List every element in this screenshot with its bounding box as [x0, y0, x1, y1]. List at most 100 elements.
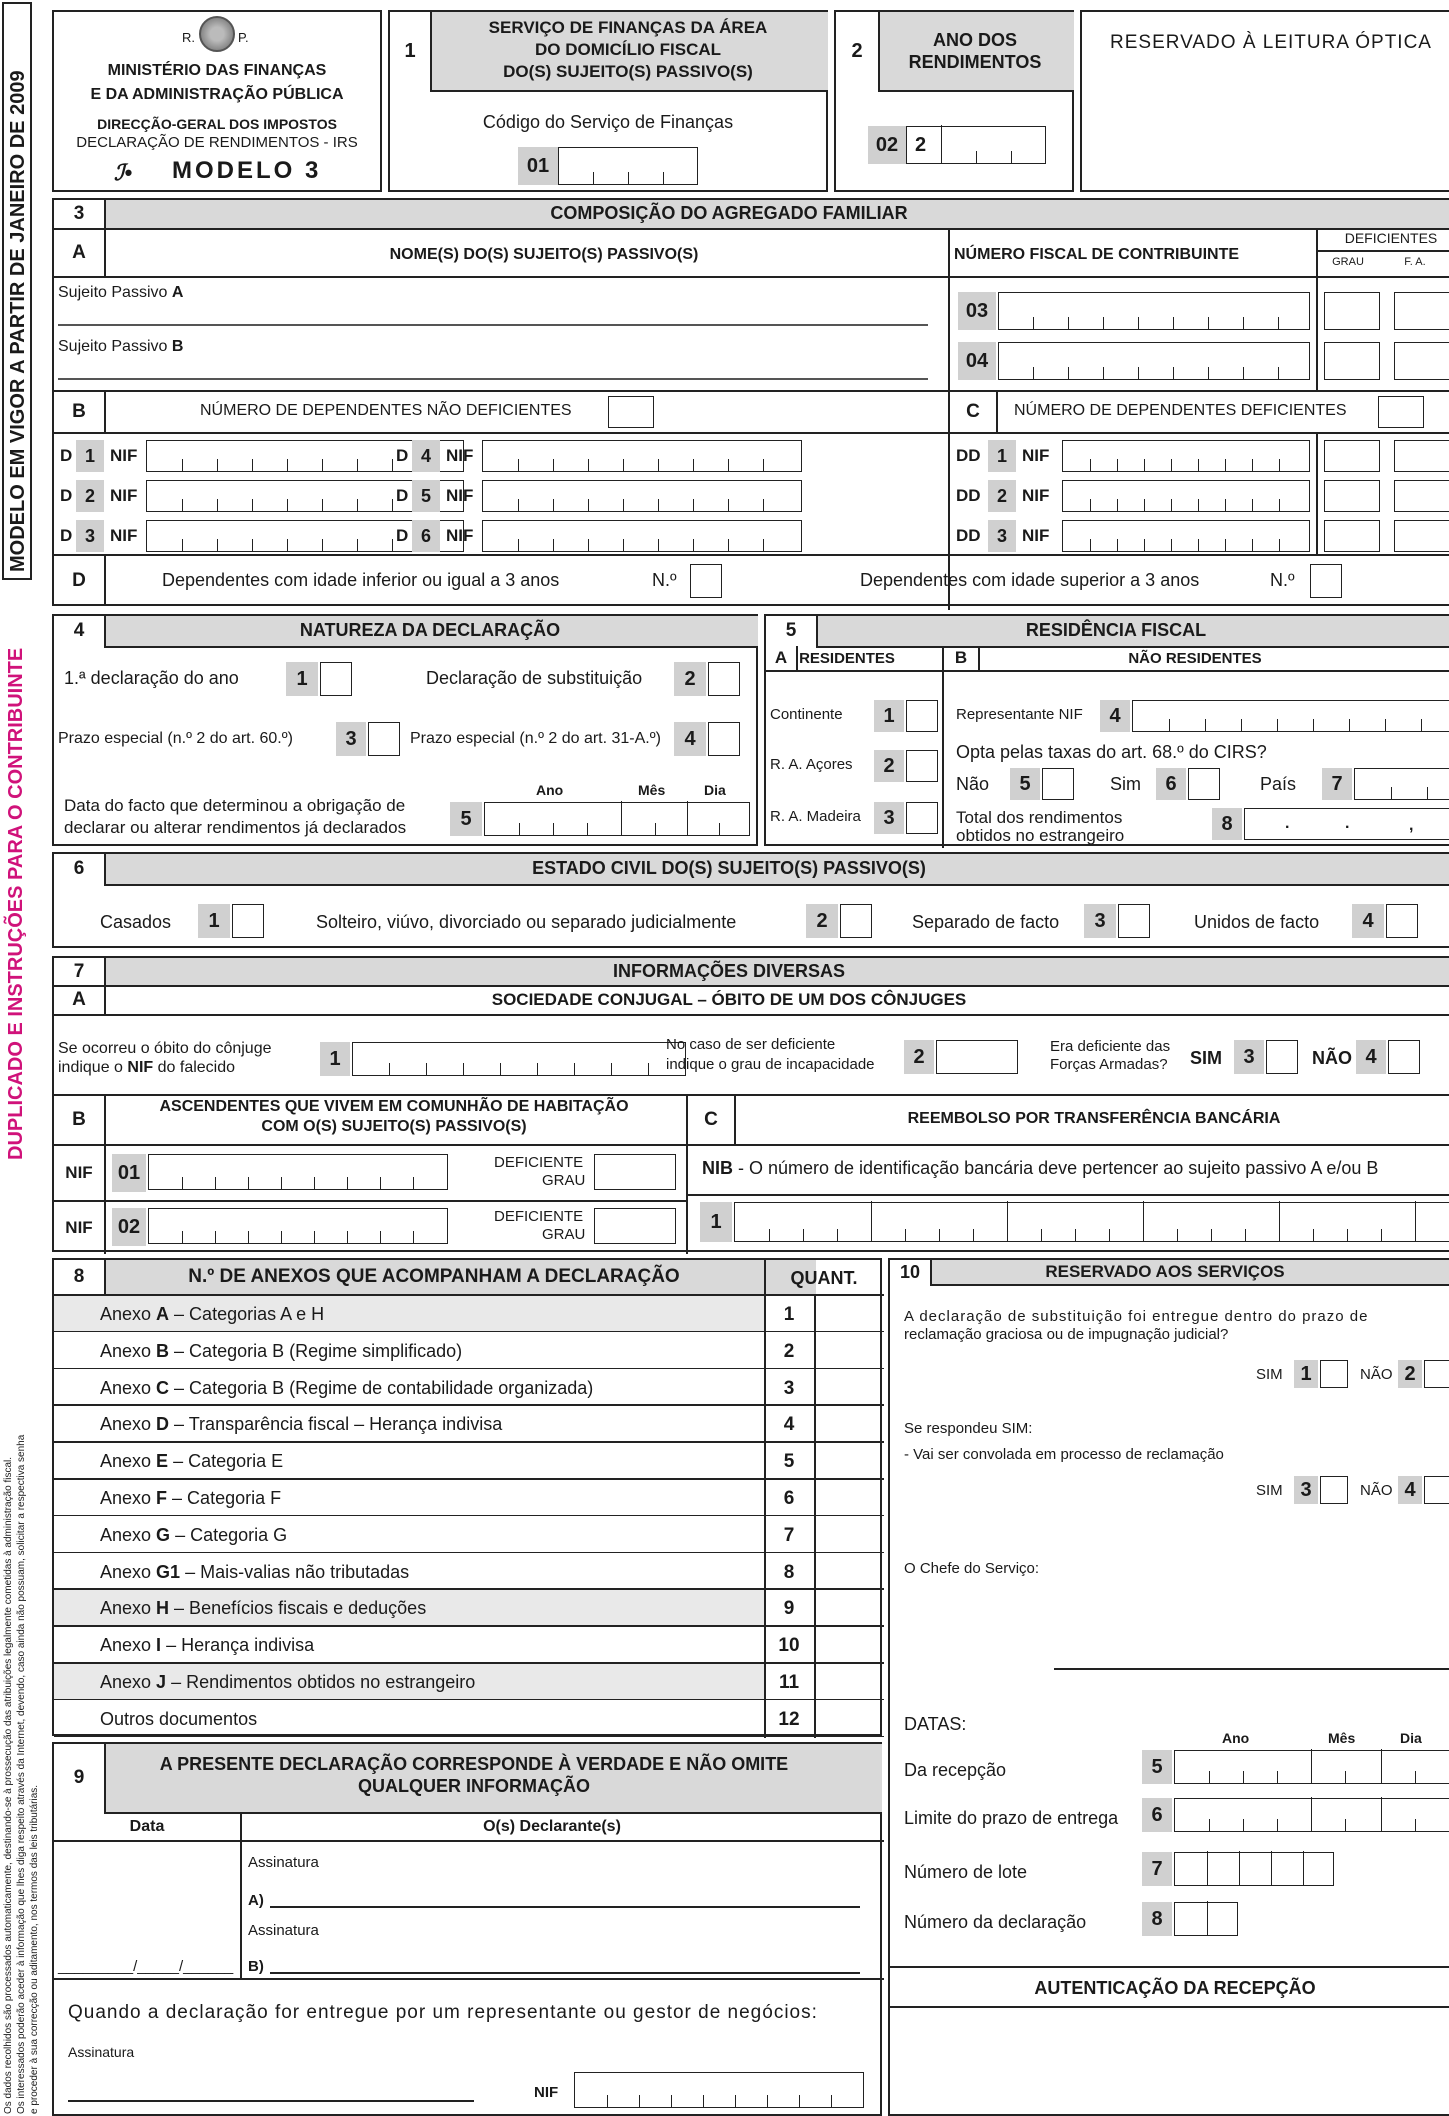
- declarants-column-header: O(s) Declarante(s): [483, 1818, 621, 1835]
- disabled-dependents-count[interactable]: [1378, 396, 1424, 428]
- representative-nif-input-2[interactable]: [574, 2072, 864, 2108]
- representative-nif-input[interactable]: [1132, 700, 1449, 732]
- armed-forces-yes-checkbox[interactable]: [1266, 1040, 1298, 1074]
- taxpayer-a-armed-forces[interactable]: [1394, 292, 1449, 330]
- disabled-header: DEFICIENTES: [1344, 230, 1438, 246]
- declaration-date-input[interactable]: _________/_____/______: [58, 1958, 233, 1975]
- disabled-dependent-3-armed-forces[interactable]: [1394, 520, 1449, 552]
- disabled-dependent-3-degree[interactable]: [1324, 520, 1380, 552]
- annex-row-number: 5: [783, 1451, 795, 1473]
- services-8-number: 8: [1142, 1902, 1172, 1936]
- dependent-4-nif-input[interactable]: [482, 440, 802, 472]
- ascendant-1-degree-input[interactable]: [594, 1154, 676, 1190]
- convert-no-checkbox[interactable]: [1424, 1476, 1449, 1504]
- azores-checkbox[interactable]: [906, 750, 938, 782]
- signature-a-line[interactable]: [270, 1906, 860, 1908]
- disabled-dependent-2-degree[interactable]: [1324, 480, 1380, 512]
- spouse-disability-degree-input[interactable]: [936, 1040, 1018, 1074]
- batch-number-input[interactable]: [1174, 1851, 1334, 1886]
- fact-date-input[interactable]: [484, 801, 750, 836]
- convert-yes-checkbox[interactable]: [1320, 1476, 1348, 1504]
- country-input[interactable]: [1354, 768, 1449, 800]
- section-2-block: 2 ANO DOS RENDIMENTOS 02 2: [834, 10, 1074, 192]
- deadline-yes-checkbox[interactable]: [1320, 1360, 1348, 1388]
- annex-quantity-input[interactable]: [816, 1296, 882, 1331]
- declaration-number-input[interactable]: [1174, 1901, 1238, 1936]
- dependents-gt3-count[interactable]: [1310, 564, 1342, 598]
- annex-quantity-input[interactable]: [816, 1517, 882, 1552]
- taxpayer-a-nif-input[interactable]: [998, 292, 1310, 330]
- separated-checkbox[interactable]: [1118, 904, 1150, 938]
- dependent-6-nif-input[interactable]: [482, 520, 802, 552]
- quantity-header: QUANT.: [790, 1268, 858, 1288]
- ascendant-1-nif-input[interactable]: [148, 1154, 448, 1190]
- art68-no-checkbox[interactable]: [1042, 768, 1074, 800]
- separated-label: Separado de facto: [912, 912, 1060, 932]
- non-disabled-dependents-count[interactable]: [608, 396, 654, 428]
- disabled-dependent-2-nif-input[interactable]: [1062, 480, 1310, 512]
- single-checkbox[interactable]: [840, 904, 872, 938]
- dependent-5-nif-input[interactable]: [482, 480, 802, 512]
- annex-quantity-input[interactable]: [816, 1333, 882, 1368]
- signature-b-line[interactable]: [270, 1972, 860, 1974]
- civil-union-checkbox[interactable]: [1386, 904, 1418, 938]
- armed-forces-no-checkbox[interactable]: [1388, 1040, 1420, 1074]
- disabled-dependent-1-nif-input[interactable]: [1062, 440, 1310, 472]
- dependents-le3-count[interactable]: [690, 564, 722, 598]
- disabled-dependent-1-armed-forces[interactable]: [1394, 440, 1449, 472]
- substitution-deadline-question-2: reclamação graciosa ou de impugnação jud…: [904, 1326, 1229, 1343]
- nib-input[interactable]: [734, 1201, 1449, 1242]
- taxpayer-a-disability-degree[interactable]: [1324, 292, 1380, 330]
- ascendant-2-nif-input[interactable]: [148, 1208, 448, 1244]
- ascendant-1-nif-label: NIF: [54, 1146, 106, 1200]
- special-deadline-60-checkbox[interactable]: [368, 722, 400, 756]
- annex-row-label: Anexo C – Categoria B (Regime de contabi…: [100, 1377, 594, 1398]
- annex-quantity-input[interactable]: [816, 1701, 882, 1736]
- income-year-input[interactable]: 2: [906, 125, 1046, 164]
- section-9-number: 9: [73, 1767, 85, 1788]
- single-widowed-divorced-label: Solteiro, viúvo, divorciado ou separado …: [316, 912, 737, 932]
- section-5-number: 5: [785, 620, 797, 641]
- foreign-income-input[interactable]: ..,: [1244, 808, 1449, 840]
- first-declaration-checkbox[interactable]: [320, 662, 352, 696]
- disabled-dependent-2-armed-forces[interactable]: [1394, 480, 1449, 512]
- annex-row-number: 2: [783, 1340, 795, 1362]
- annex-quantity-input[interactable]: [816, 1406, 882, 1441]
- taxpayer-b-nif-input[interactable]: [998, 342, 1310, 380]
- disabled-dependent-3-nif-input[interactable]: [1062, 520, 1310, 552]
- tax-office-code-input[interactable]: [558, 147, 698, 185]
- disabled-dependent-1-degree[interactable]: [1324, 440, 1380, 472]
- madeira-checkbox[interactable]: [906, 802, 938, 834]
- annex-quantity-input[interactable]: [816, 1443, 882, 1478]
- taxpayer-b-name-line[interactable]: [58, 378, 928, 380]
- annex-quantity-input[interactable]: [816, 1664, 882, 1699]
- substitution-declaration-checkbox[interactable]: [708, 662, 740, 696]
- section-2-title-2: RENDIMENTOS: [908, 52, 1042, 72]
- republic-emblem-icon: [199, 16, 235, 52]
- annex-quantity-input[interactable]: [816, 1590, 882, 1625]
- annex-quantity-input[interactable]: [816, 1370, 882, 1405]
- head-of-service-signature-line[interactable]: [1054, 1668, 1449, 1670]
- special-deadline-31a-checkbox[interactable]: [708, 722, 740, 756]
- ascendant-2-degree-input[interactable]: [594, 1208, 676, 1244]
- dependent-3-nif-label: NIF: [110, 526, 138, 545]
- representative-signature-line[interactable]: [68, 2100, 474, 2102]
- art68-yes-checkbox[interactable]: [1188, 768, 1220, 800]
- annex-quantity-input[interactable]: [816, 1554, 882, 1589]
- annex-quantity-input[interactable]: [816, 1627, 882, 1662]
- annex-quantity-input[interactable]: [816, 1480, 882, 1515]
- section-6: 6 ESTADO CIVIL DO(S) SUJEITO(S) PASSIVO(…: [52, 852, 1449, 948]
- taxpayer-b-disability-degree[interactable]: [1324, 342, 1380, 380]
- deadline-no-checkbox[interactable]: [1424, 1360, 1449, 1388]
- annex-row-label: Anexo F – Categoria F: [100, 1488, 282, 1508]
- taxpayer-b-armed-forces[interactable]: [1394, 342, 1449, 380]
- armed-forces-label-2: Forças Armadas?: [1050, 1056, 1168, 1073]
- reception-date-input[interactable]: [1174, 1749, 1449, 1784]
- section-7b-title-2: COM O(S) SUJEITO(S) PASSIVO(S): [261, 1118, 527, 1135]
- deceased-spouse-nif-input[interactable]: [352, 1042, 686, 1076]
- ascendant-2-disabled-label: DEFICIENTE: [494, 1208, 584, 1225]
- married-checkbox[interactable]: [232, 904, 264, 938]
- mainland-checkbox[interactable]: [906, 700, 938, 732]
- taxpayer-a-name-line[interactable]: [58, 324, 928, 326]
- deadline-date-input[interactable]: [1174, 1797, 1449, 1832]
